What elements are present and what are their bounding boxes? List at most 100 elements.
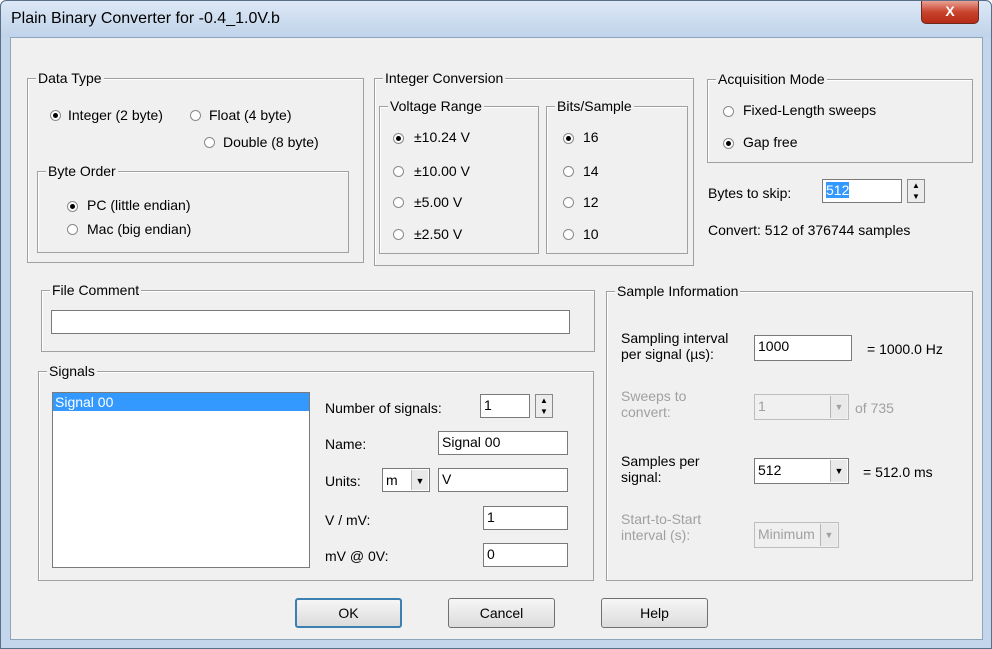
number-of-signals-input[interactable]: 1 <box>480 394 530 418</box>
ok-button[interactable]: OK <box>295 598 402 628</box>
close-icon: X <box>945 3 955 19</box>
voltage-5-00-radio[interactable] <box>393 197 404 208</box>
dialog-window: Plain Binary Converter for -0.4_1.0V.b X… <box>0 0 992 649</box>
voltage-10-00-label[interactable]: ±10.00 V <box>414 162 470 180</box>
signals-list-item[interactable]: Signal 00 <box>53 393 309 411</box>
sampling-interval-label-line1: Sampling interval <box>621 330 729 346</box>
double-label[interactable]: Double (8 byte) <box>223 133 319 151</box>
window-title: Plain Binary Converter for -0.4_1.0V.b <box>11 10 280 27</box>
sweeps-to-convert-value: 1 <box>758 398 766 414</box>
signals-legend: Signals <box>47 362 97 380</box>
close-button[interactable]: X <box>921 1 979 24</box>
samples-label-line2: signal: <box>621 469 662 485</box>
units-prefix-select[interactable]: m ▼ <box>382 468 430 492</box>
convert-status: Convert: 512 of 376744 samples <box>708 222 911 238</box>
bits-14-label[interactable]: 14 <box>583 162 599 180</box>
integer-radio[interactable] <box>50 110 61 121</box>
sweeps-of-total: of 735 <box>855 400 894 416</box>
chevron-down-icon[interactable]: ▼ <box>830 460 847 482</box>
bits-10-radio[interactable] <box>563 229 574 240</box>
spin-up-icon[interactable]: ▲ <box>536 395 552 406</box>
byte-order-legend: Byte Order <box>46 162 118 180</box>
units-prefix-value: m <box>386 472 398 488</box>
bytes-to-skip-value: 512 <box>826 182 850 198</box>
offset-label: mV @ 0V: <box>325 548 389 564</box>
sampling-interval-label-line2: per signal (µs): <box>621 346 714 362</box>
start-to-start-label-line2: interval (s): <box>621 527 691 543</box>
title-bar[interactable]: Plain Binary Converter for -0.4_1.0V.b X <box>1 1 991 37</box>
bits-14-radio[interactable] <box>563 166 574 177</box>
bytes-to-skip-input[interactable]: 512 <box>822 179 902 203</box>
sampling-interval-input[interactable]: 1000 <box>754 335 852 361</box>
spin-down-icon[interactable]: ▼ <box>908 191 924 202</box>
voltage-2-50-radio[interactable] <box>393 229 404 240</box>
sweeps-label-line1: Sweeps to <box>621 388 687 404</box>
signals-listbox[interactable]: Signal 00 <box>52 392 310 568</box>
sample-information-legend: Sample Information <box>615 282 741 300</box>
bits-12-label[interactable]: 12 <box>583 193 599 211</box>
samples-per-signal-select[interactable]: 512 ▼ <box>754 458 849 484</box>
units-label: Units: <box>325 473 361 489</box>
bits-16-label[interactable]: 16 <box>583 128 599 146</box>
scale-label: V / mV: <box>325 512 371 528</box>
cancel-button[interactable]: Cancel <box>448 598 555 628</box>
help-button[interactable]: Help <box>601 598 708 628</box>
units-input[interactable]: V <box>438 468 568 492</box>
gap-free-label[interactable]: Gap free <box>743 133 797 151</box>
start-to-start-label: Start-to-Start interval (s): <box>621 511 701 543</box>
bytes-to-skip-spinner[interactable]: ▲ ▼ <box>907 179 925 203</box>
voltage-range-legend: Voltage Range <box>388 97 484 115</box>
gap-free-radio[interactable] <box>723 138 734 149</box>
fixed-length-radio[interactable] <box>723 106 734 117</box>
bits-16-radio[interactable] <box>563 133 574 144</box>
voltage-2-50-label[interactable]: ±2.50 V <box>414 225 462 243</box>
mac-big-endian-label[interactable]: Mac (big endian) <box>87 220 191 238</box>
data-type-legend: Data Type <box>36 69 104 87</box>
bytes-to-skip-label: Bytes to skip: <box>708 185 792 201</box>
dialog-client-area: Data Type Integer (2 byte) Float (4 byte… <box>10 37 983 640</box>
start-to-start-select[interactable]: Minimum ▼ <box>754 522 839 548</box>
scale-input[interactable]: 1 <box>483 506 568 530</box>
start-to-start-label-line1: Start-to-Start <box>621 511 702 527</box>
samples-duration-result: = 512.0 ms <box>863 464 933 480</box>
samples-per-signal-value: 512 <box>758 462 782 478</box>
bits-12-radio[interactable] <box>563 197 574 208</box>
voltage-10-24-radio[interactable] <box>393 133 404 144</box>
double-radio[interactable] <box>204 137 215 148</box>
chevron-down-icon[interactable]: ▼ <box>411 470 428 490</box>
voltage-10-00-radio[interactable] <box>393 166 404 177</box>
signal-name-label: Name: <box>325 436 367 452</box>
sampling-interval-label: Sampling interval per signal (µs): <box>621 330 728 362</box>
offset-input[interactable]: 0 <box>483 543 568 567</box>
start-to-start-value: Minimum <box>758 526 815 542</box>
pc-little-endian-label[interactable]: PC (little endian) <box>87 196 191 214</box>
spin-up-icon[interactable]: ▲ <box>908 180 924 191</box>
integer-label[interactable]: Integer (2 byte) <box>68 106 163 124</box>
fixed-length-label[interactable]: Fixed-Length sweeps <box>743 101 876 119</box>
mac-big-endian-radio[interactable] <box>67 224 78 235</box>
bits-sample-legend: Bits/Sample <box>555 97 634 115</box>
integer-conversion-legend: Integer Conversion <box>383 69 506 87</box>
samples-label-line1: Samples per <box>621 453 700 469</box>
bits-10-label[interactable]: 10 <box>583 225 599 243</box>
number-of-signals-spinner[interactable]: ▲ ▼ <box>535 394 553 418</box>
byte-order-group: Byte Order <box>37 162 349 253</box>
float-radio[interactable] <box>190 110 201 121</box>
sweeps-label-line2: convert: <box>621 404 671 420</box>
file-comment-input[interactable] <box>51 310 570 334</box>
voltage-5-00-label[interactable]: ±5.00 V <box>414 193 462 211</box>
spin-down-icon[interactable]: ▼ <box>536 406 552 417</box>
pc-little-endian-radio[interactable] <box>67 201 78 212</box>
sampling-rate-result: = 1000.0 Hz <box>867 341 943 357</box>
samples-per-signal-label: Samples per signal: <box>621 453 700 485</box>
float-label[interactable]: Float (4 byte) <box>209 106 291 124</box>
chevron-down-icon: ▼ <box>830 396 847 418</box>
file-comment-legend: File Comment <box>50 281 142 299</box>
sweeps-to-convert-label: Sweeps to convert: <box>621 388 686 420</box>
number-of-signals-label: Number of signals: <box>325 400 442 416</box>
sweeps-to-convert-select[interactable]: 1 ▼ <box>754 394 849 420</box>
voltage-10-24-label[interactable]: ±10.24 V <box>414 128 470 146</box>
signal-name-input[interactable]: Signal 00 <box>438 431 568 455</box>
chevron-down-icon: ▼ <box>820 524 837 546</box>
acquisition-mode-legend: Acquisition Mode <box>716 70 827 88</box>
